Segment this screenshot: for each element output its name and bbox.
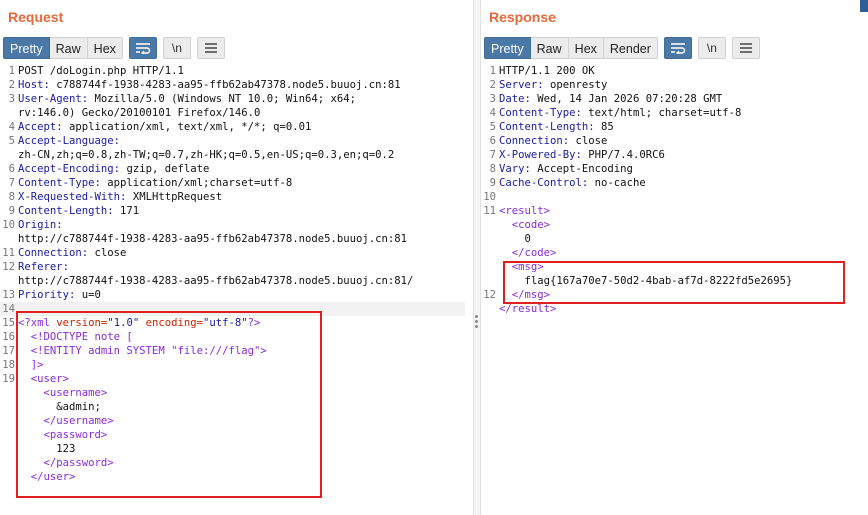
editor-line: rv:146.0) Gecko/20100101 Firefox/146.0 [18,107,261,119]
editor-line: 10 Origin: [2,219,63,231]
response-tab-hex[interactable]: Hex [568,37,604,59]
editor-line: 5 Content-Length: 85 [489,121,614,133]
request-title: Request [8,9,64,25]
request-tab-hex[interactable]: Hex [87,37,123,59]
divider-grip [475,320,478,323]
word-wrap-button[interactable] [128,37,157,59]
response-pane: Response Pretty Raw Hex Render \n 1 HTTP/… [481,0,868,515]
show-newlines-button[interactable]: \n [697,37,726,59]
show-newlines-button[interactable]: \n [162,37,191,59]
editor-line: 6 Connection: close [489,135,608,147]
divider-grip [475,315,478,318]
response-tab-raw[interactable]: Raw [530,37,569,59]
request-tab-raw[interactable]: Raw [49,37,88,59]
editor-line: 6 Accept-Encoding: gzip, deflate [8,163,210,175]
editor-line: 0 [499,233,531,245]
editor-line: zh-CN,zh;q=0.8,zh-TW;q=0.7,zh-HK;q=0.5,e… [18,149,395,161]
editor-line: 4 Accept: application/xml, text/xml, */*;… [8,121,312,133]
editor-line: <code> [499,219,551,231]
editor-line: 8 Vary: Accept-Encoding [489,163,633,175]
word-wrap-icon [135,43,151,54]
editor-line: 1 POST /doLogin.php HTTP/1.1 [8,65,184,77]
editor-line: 10 [483,191,496,203]
editor-line: 11 Connection: close [2,247,127,259]
request-toolbar: Pretty Raw Hex \n [3,37,225,59]
word-wrap-button[interactable] [663,37,692,59]
editor-line: 3 User-Agent: Mozilla/5.0 (Windows NT 10.… [8,93,357,105]
pane-divider[interactable] [473,0,481,515]
hamburger-menu-icon [739,43,752,53]
editor-line: 7 Content-Type: application/xml;charset=u… [8,177,293,189]
window-corner-button[interactable] [860,0,868,12]
response-menu-button[interactable] [731,37,760,59]
editor-line: </code> [499,247,557,259]
editor-line: 9 Cache-Control: no-cache [489,177,646,189]
editor-line: 13 Priority: u=0 [2,289,101,301]
editor-line: 1 HTTP/1.1 200 OK [489,65,595,77]
response-tab-render[interactable]: Render [603,37,658,59]
editor-line: 5 Accept-Language: [8,135,121,147]
editor-line: 2 Server: openresty [489,79,608,91]
editor-line: 2 Host: c788744f-1938-4283-aa95-ffb62ab47… [8,79,401,91]
editor-line: http://c788744f-1938-4283-aa95-ffb62ab47… [18,233,408,245]
editor-line: 9 Content-Length: 171 [8,205,140,217]
editor-line: 7 X-Powered-By: PHP/7.4.0RC6 [489,149,665,161]
response-toolbar: Pretty Raw Hex Render \n [484,37,760,59]
response-title: Response [489,9,556,25]
hamburger-menu-icon [204,43,217,53]
request-pane: Request Pretty Raw Hex \n 1 POST /doLogin… [0,0,473,515]
request-tab-pretty[interactable]: Pretty [3,37,50,59]
editor-line: http://c788744f-1938-4283-aa95-ffb62ab47… [18,275,414,287]
editor-line: 12 Referer: [2,261,70,273]
editor-line: 11 <result> [483,205,551,217]
word-wrap-icon [670,43,686,54]
divider-grip [475,325,478,328]
request-menu-button[interactable] [196,37,225,59]
request-highlight-box [16,311,322,498]
editor-line: </result> [499,303,557,315]
editor-line: 4 Content-Type: text/html; charset=utf-8 [489,107,742,119]
response-highlight-box [503,261,845,304]
editor-line: 8 X-Requested-With: XMLHttpRequest [8,191,223,203]
editor-line: 3 Date: Wed, 14 Jan 2026 07:20:28 GMT [489,93,723,105]
response-tab-pretty[interactable]: Pretty [484,37,531,59]
